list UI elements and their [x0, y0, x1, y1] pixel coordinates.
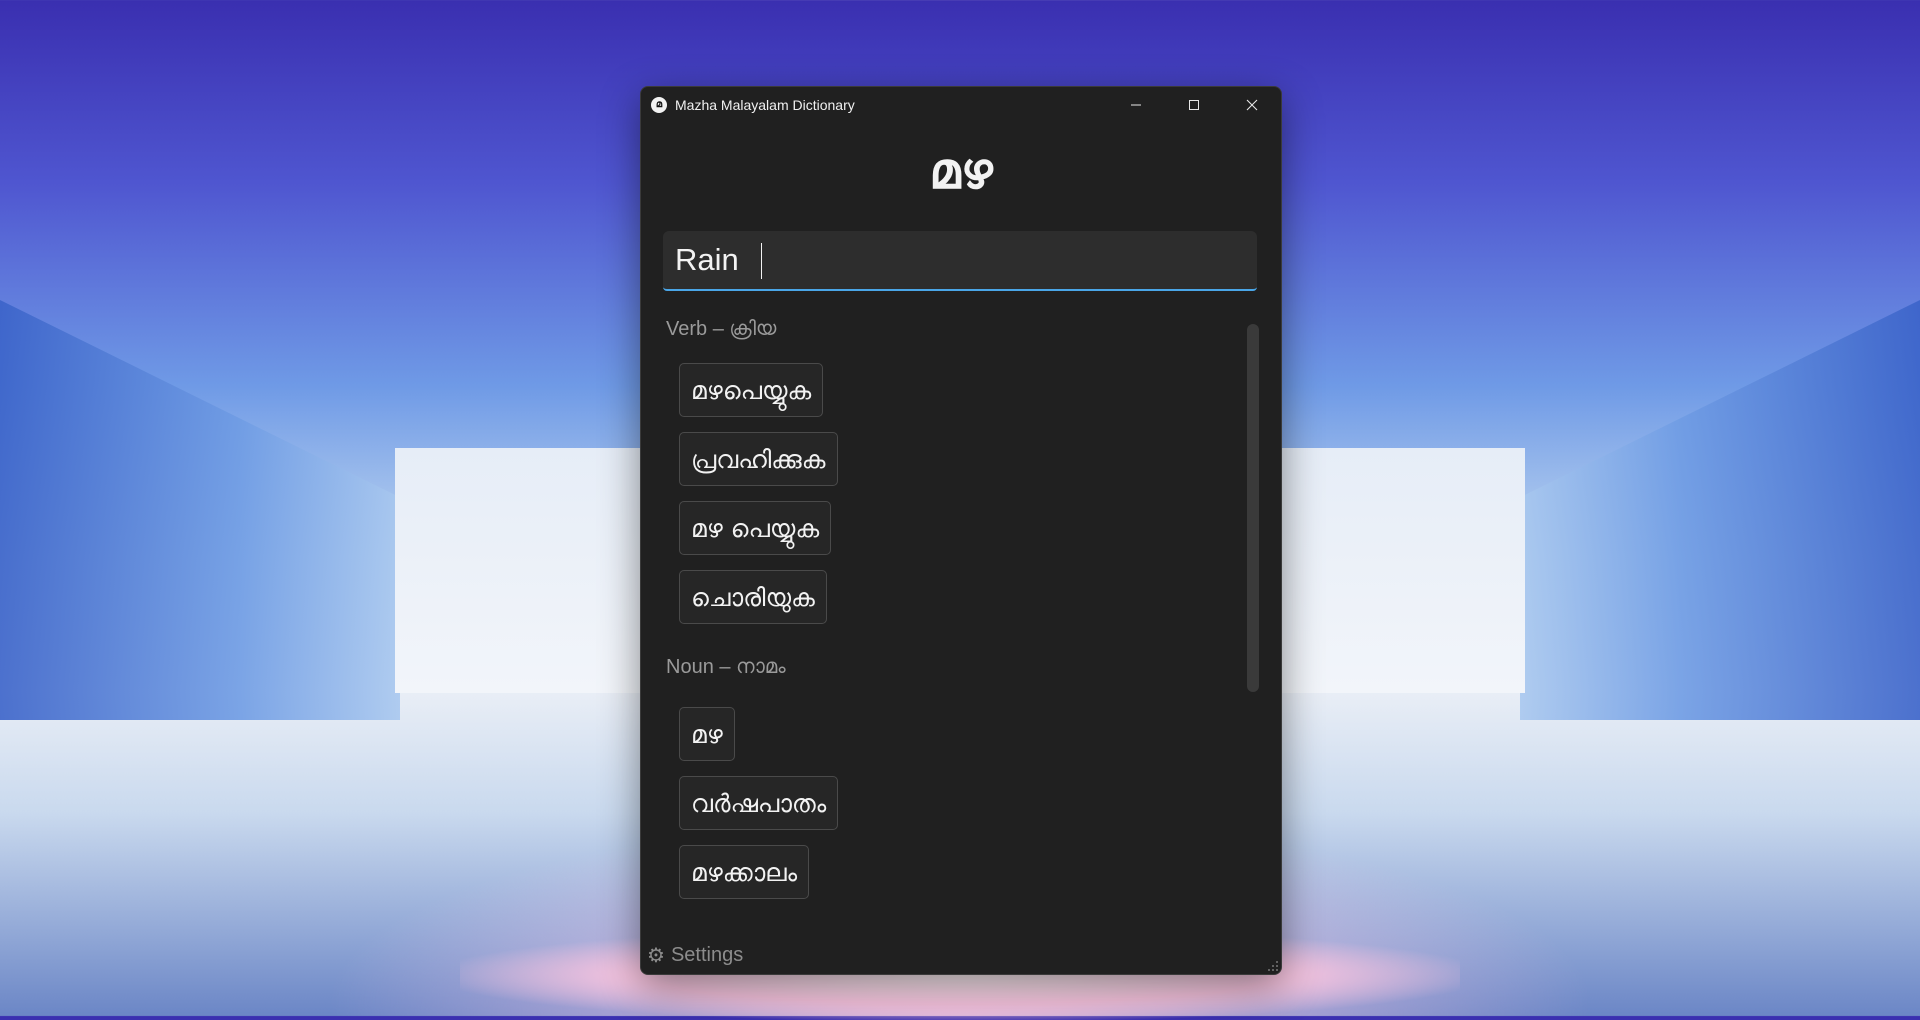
- scrollbar[interactable]: [1247, 324, 1259, 692]
- noun-results: മഴ വർഷപാതം മഴക്കാലം: [663, 707, 1223, 900]
- text-caret: [761, 243, 762, 279]
- wallpaper-left-wall: [0, 300, 400, 720]
- result-chip[interactable]: മഴപെയ്യുക: [679, 363, 824, 417]
- maximize-icon: [1189, 100, 1199, 110]
- section-heading-noun: Noun – നാമം: [666, 656, 786, 678]
- gear-icon: ⚙: [647, 945, 665, 967]
- minimize-icon: [1131, 104, 1141, 106]
- section-heading-verb: Verb – ക്രിയ: [666, 318, 777, 340]
- result-chip[interactable]: ചൊരിയുക: [679, 570, 827, 624]
- minimize-button[interactable]: [1107, 87, 1165, 123]
- window-controls: [1107, 87, 1281, 123]
- results-list: Verb – ക്രിയ മഴപെയ്യുക പ്രവഹിക്കുക മഴ പെ…: [663, 315, 1223, 900]
- close-icon: [1246, 99, 1258, 111]
- maximize-button[interactable]: [1165, 87, 1223, 123]
- settings-button[interactable]: ⚙ Settings: [647, 943, 743, 968]
- resize-grip-icon[interactable]: [1265, 958, 1279, 972]
- result-chip[interactable]: വർഷപാതം: [679, 776, 839, 830]
- search-input[interactable]: [663, 231, 1257, 289]
- result-chip[interactable]: മഴക്കാലം: [679, 845, 810, 899]
- close-button[interactable]: [1223, 87, 1281, 123]
- search-box[interactable]: [663, 231, 1257, 291]
- result-chip[interactable]: മഴ: [679, 707, 735, 761]
- app-window: മ Mazha Malayalam Dictionary മഴ Verb – ക…: [640, 86, 1282, 975]
- verb-results: മഴപെയ്യുക പ്രവഹിക്കുക മഴ പെയ്യുക ചൊരിയുക: [663, 363, 1223, 625]
- settings-label: Settings: [670, 944, 744, 966]
- result-chip[interactable]: മഴ പെയ്യുക: [679, 501, 832, 555]
- window-title: Mazha Malayalam Dictionary: [675, 97, 855, 113]
- app-logo: മഴ: [929, 142, 993, 200]
- result-chip[interactable]: പ്രവഹിക്കുക: [679, 432, 838, 486]
- app-icon: മ: [651, 97, 667, 113]
- wallpaper-right-wall: [1520, 300, 1920, 720]
- title-bar[interactable]: മ Mazha Malayalam Dictionary: [641, 87, 1281, 123]
